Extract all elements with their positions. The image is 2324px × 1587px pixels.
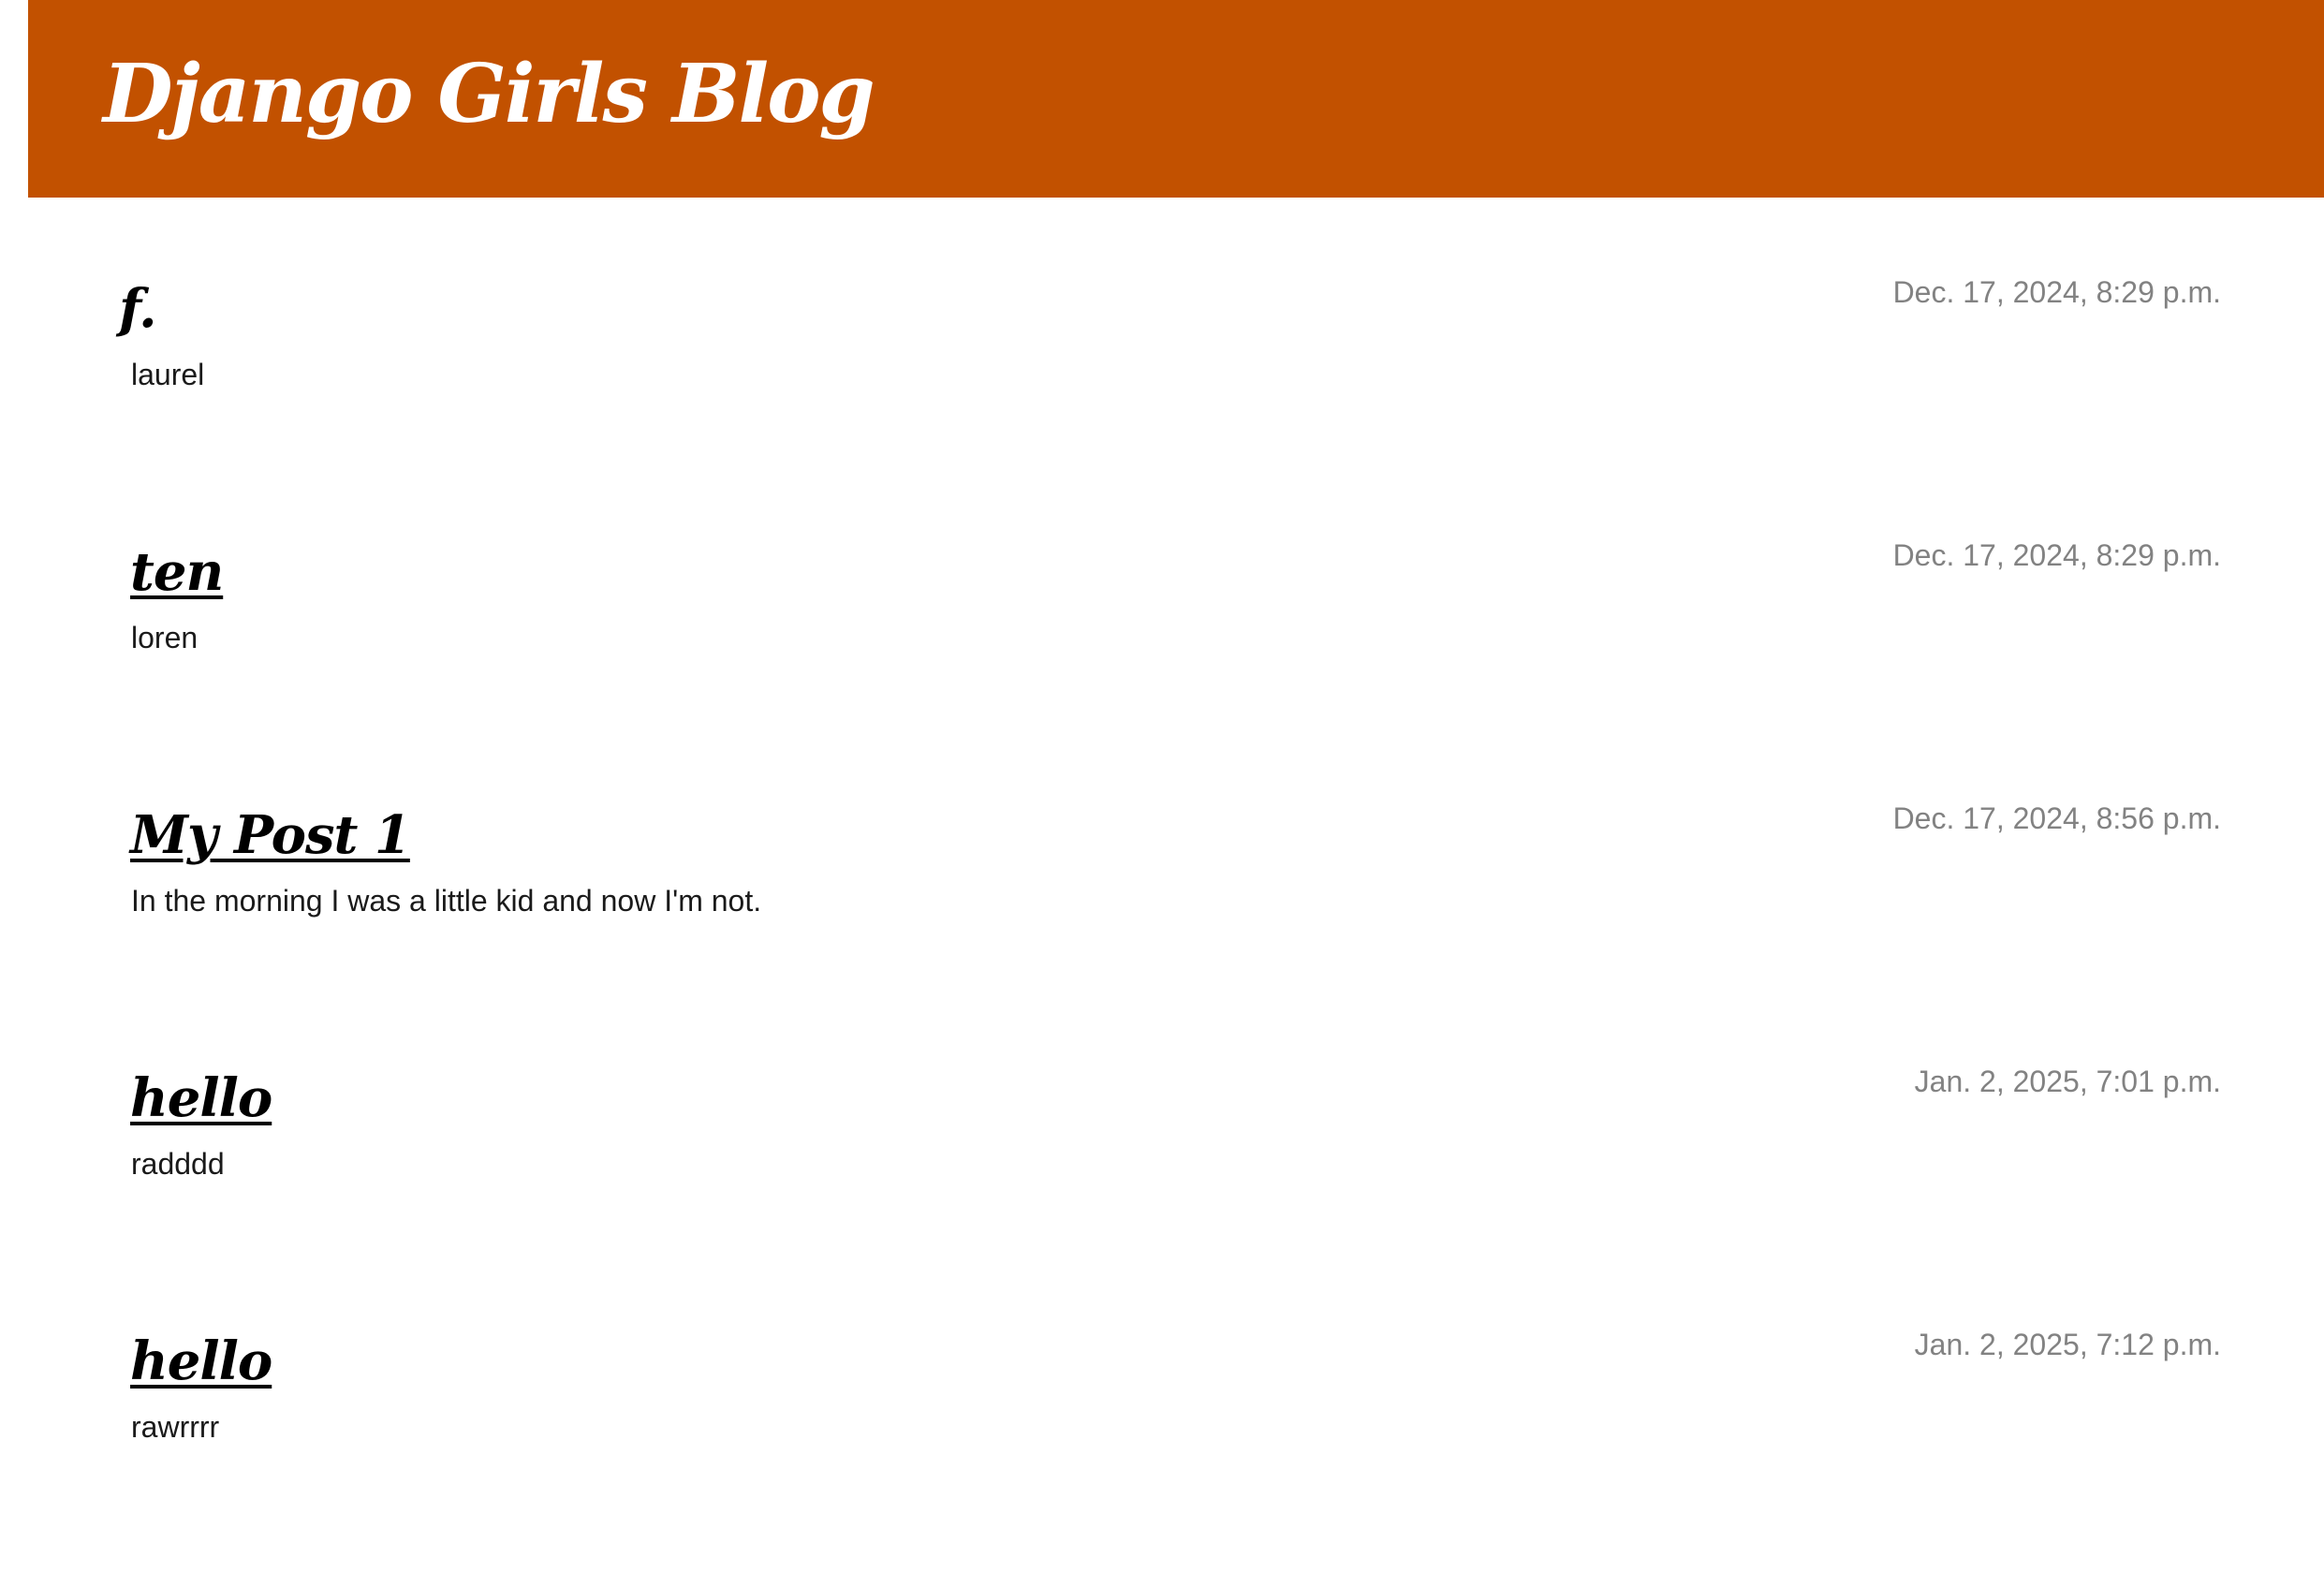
post-title-link[interactable]: hello [130, 1324, 272, 1399]
post-title-link[interactable]: ten [130, 535, 224, 610]
post-text: radddd [131, 1147, 225, 1181]
post-item: hello Jan. 2, 2025, 7:01 p.m. radddd [0, 1061, 2324, 1248]
post-title-link[interactable]: f. [119, 272, 157, 346]
post-title-link[interactable]: My Post 1 [130, 798, 411, 873]
post-text: In the morning I was a little kid and no… [131, 884, 762, 918]
post-date: Dec. 17, 2024, 8:56 p.m. [1892, 801, 2221, 835]
post-text: loren [131, 621, 199, 654]
post-item: f. Dec. 17, 2024, 8:29 p.m. laurel [0, 272, 2324, 459]
post-item: ten Dec. 17, 2024, 8:29 p.m. loren [0, 535, 2324, 722]
post-text: laurel [131, 358, 205, 391]
post-title-link[interactable]: hello [130, 1061, 272, 1136]
post-item: hello Jan. 2, 2025, 7:12 p.m. rawrrrr [0, 1324, 2324, 1511]
post-item: My Post 1 Dec. 17, 2024, 8:56 p.m. In th… [0, 798, 2324, 985]
post-date: Dec. 17, 2024, 8:29 p.m. [1892, 538, 2221, 572]
post-text: rawrrrr [131, 1410, 220, 1444]
post-date: Jan. 2, 2025, 7:12 p.m. [1914, 1328, 2221, 1361]
post-list: f. Dec. 17, 2024, 8:29 p.m. laurel ten D… [0, 0, 2324, 1587]
post-date: Jan. 2, 2025, 7:01 p.m. [1914, 1065, 2221, 1098]
post-date: Dec. 17, 2024, 8:29 p.m. [1892, 275, 2221, 309]
